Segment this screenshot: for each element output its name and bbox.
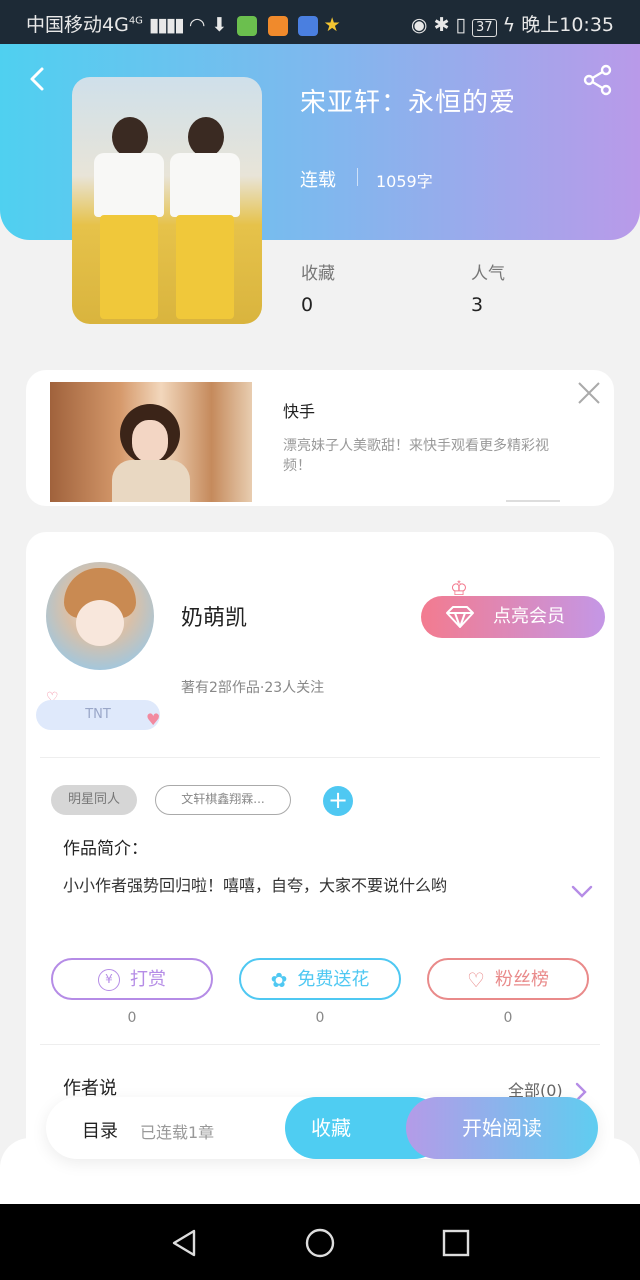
music-app-icon [297,15,318,36]
wifi-icon: ◠ [188,14,206,36]
intro-label: 作品简介： [63,839,148,859]
tag-characters[interactable]: 文轩棋鑫翔霖... [155,785,291,815]
back-button[interactable] [26,66,52,92]
expand-intro-button[interactable] [571,884,593,902]
send-flower-label: 免费送花 [297,969,370,990]
share-icon [583,64,612,96]
cover-figure-left [94,117,164,319]
stat-favorites-label: 收藏 [301,264,335,284]
chevron-down-icon [571,885,593,898]
fan-ranking-button[interactable]: ♡ 粉丝榜 [427,958,589,1000]
eye-icon: ◉ [410,14,428,36]
add-tag-button[interactable]: + [323,786,353,816]
serial-status: 连载 [300,170,336,191]
ad-title: 快手 [283,402,316,421]
tip-button[interactable]: ¥ 打赏 [51,958,213,1000]
book-title: 宋亚轩：永恒的爱 [300,88,517,118]
start-reading-button[interactable]: 开始阅读 [406,1097,598,1159]
chapter-count: 已连载1章 [140,1123,215,1142]
network-type: 4G [128,15,143,27]
flower-count: 0 [315,1010,325,1026]
divider [40,757,600,758]
download-icon: ⬇ [211,14,228,36]
ad-close-button[interactable] [576,380,602,406]
toc-button[interactable]: 目录 [82,1117,118,1143]
system-nav-bar [0,1204,640,1280]
nav-back-icon[interactable] [170,1228,198,1258]
divider [357,168,358,186]
video-app-icon [267,15,288,36]
intro-text: 小小作者强势回归啦！嘻嘻，自夸，大家不要说什么哟 [63,876,448,895]
stat-popularity-label: 人气 [471,264,505,284]
diamond-icon [446,606,474,628]
fan-count: 0 [503,1010,513,1026]
ad-indicator [506,500,560,502]
vip-button-label: 点亮会员 [493,606,565,627]
divider [40,1044,600,1045]
status-bar: 中国移动4G4G ▮▮▮▮ ◠ ⬇ ★ ◉ ✱ ▯ 37 ϟ 晚上10:35 [0,0,640,44]
vibrate-icon: ▯ [455,14,466,36]
author-name[interactable]: 奶萌凯 [181,600,247,632]
word-count: 1059字 [376,172,433,191]
fan-badge: TNT [36,700,160,730]
plus-icon: + [327,786,349,814]
fan-ranking-label: 粉丝榜 [494,969,549,990]
carrier-text: 中国移动4G [26,14,129,36]
clock-text: 晚上10:35 [521,14,614,36]
ad-card[interactable]: 快手 漂亮妹子人美歌甜！来快手观看更多精彩视频！ [26,370,614,506]
author-avatar[interactable] [46,562,154,670]
tag-celebrity-fanfic[interactable]: 明星同人 [51,785,137,815]
star-icon: ★ [323,14,341,36]
nav-home-icon[interactable] [304,1227,336,1259]
flower-icon: ✿ [270,968,288,992]
status-left: 中国移动4G4G ▮▮▮▮ ◠ ⬇ ★ [26,10,341,37]
back-arrow-icon [30,67,44,91]
ad-description: 漂亮妹子人美歌甜！来快手观看更多精彩视频！ [283,438,549,474]
author-meta: 著有2部作品·23人关注 [181,680,325,696]
tip-label: 打赏 [130,969,166,990]
signal-icon: ▮▮▮▮ [148,14,185,36]
book-cover[interactable] [72,77,262,324]
battery-icon: 37 [472,19,497,37]
send-flower-button[interactable]: ✿ 免费送花 [239,958,401,1000]
status-right: ◉ ✱ ▯ 37 ϟ 晚上10:35 [411,10,614,37]
app-notification-icon [237,15,258,36]
cover-figure-right [170,117,240,319]
stat-favorites-value: 0 [301,294,314,316]
tip-count: 0 [127,1010,137,1026]
heart-icon: ♥ [146,710,161,729]
fans-icon: ♡ [467,968,485,992]
share-button[interactable] [582,64,614,96]
stat-popularity-value: 3 [471,294,484,316]
nav-recents-icon[interactable] [442,1229,470,1257]
close-icon [578,382,600,404]
yen-icon: ¥ [98,969,120,991]
vip-button[interactable]: 点亮会员 [421,596,605,638]
ad-image [50,382,252,502]
charging-icon: ϟ [502,14,516,36]
bluetooth-icon: ✱ [433,14,450,36]
